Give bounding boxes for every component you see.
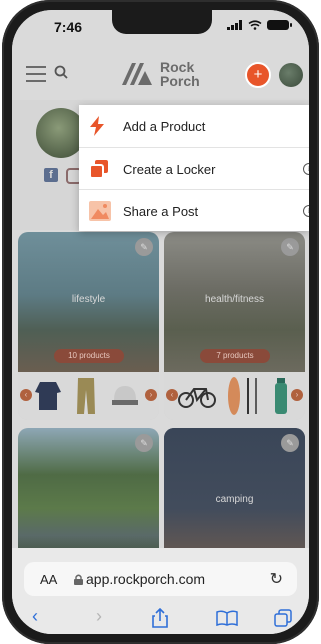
lightning-icon bbox=[90, 116, 104, 136]
info-icon[interactable]: i bbox=[303, 163, 309, 175]
notch bbox=[112, 10, 212, 34]
locker-card-health-fitness[interactable]: ✎ health/fitness 7 products ‹ › bbox=[164, 232, 305, 420]
wifi-icon bbox=[248, 20, 262, 30]
reload-icon[interactable]: ↻ bbox=[270, 569, 283, 589]
phone-frame: 7:46 Rock Porch + f ✎ lifestyle 10 produ… bbox=[2, 0, 319, 644]
status-bar: 7:46 bbox=[12, 10, 309, 52]
menu-item-label: Add a Product bbox=[123, 118, 206, 134]
locker-icon bbox=[89, 160, 108, 179]
jacket-icon bbox=[35, 382, 61, 410]
browser-nav-bar: ‹ › bbox=[12, 604, 309, 634]
avatar[interactable] bbox=[279, 63, 303, 87]
locker-title: camping bbox=[215, 494, 254, 505]
pin-icon[interactable]: ✎ bbox=[135, 238, 153, 256]
bookmarks-icon[interactable] bbox=[216, 610, 238, 626]
battery-icon bbox=[267, 20, 292, 30]
address-bar[interactable]: AA app.rockporch.com ↻ bbox=[24, 562, 297, 596]
url-text: app.rockporch.com bbox=[86, 571, 206, 587]
locker-card-lifestyle[interactable]: ✎ lifestyle 10 products ‹ › bbox=[18, 232, 159, 420]
pin-icon[interactable]: ✎ bbox=[281, 434, 299, 452]
bicycle-icon bbox=[178, 388, 216, 408]
rockporch-logo[interactable]: Rock Porch bbox=[122, 60, 200, 88]
water-bottle-icon bbox=[275, 378, 287, 414]
add-button[interactable]: + bbox=[245, 62, 271, 88]
chevron-left-icon[interactable]: ‹ bbox=[166, 389, 178, 401]
hat-icon bbox=[112, 386, 138, 405]
facebook-icon[interactable]: f bbox=[44, 168, 58, 182]
chevron-right-icon[interactable]: › bbox=[145, 389, 157, 401]
image-icon bbox=[89, 201, 111, 221]
locker-product-count: 10 products bbox=[54, 349, 124, 363]
search-icon[interactable] bbox=[54, 65, 68, 79]
status-time: 7:46 bbox=[54, 19, 83, 35]
paddleboard-icon bbox=[228, 377, 257, 415]
locker-product-count: 7 products bbox=[200, 349, 270, 363]
logo-mark-icon bbox=[122, 63, 152, 85]
chevron-left-icon[interactable]: ‹ bbox=[20, 389, 32, 401]
pin-icon[interactable]: ✎ bbox=[281, 238, 299, 256]
create-menu-dropdown: Add a Product Create a Locker i Share a … bbox=[79, 105, 309, 231]
back-icon[interactable]: ‹ bbox=[32, 606, 38, 627]
logo-text-line2: Porch bbox=[160, 73, 200, 89]
locker-card-camping[interactable]: ✎ camping bbox=[164, 428, 305, 562]
locker-title: health/fitness bbox=[205, 294, 264, 305]
app-header: Rock Porch + bbox=[12, 52, 309, 100]
forward-icon[interactable]: › bbox=[96, 606, 102, 627]
hamburger-menu-icon[interactable] bbox=[26, 66, 46, 82]
safari-toolbar: AA app.rockporch.com ↻ ‹ › bbox=[12, 548, 309, 634]
status-icons bbox=[227, 20, 292, 30]
menu-item-add-product[interactable]: Add a Product bbox=[79, 105, 309, 147]
share-icon[interactable] bbox=[152, 608, 168, 628]
locker-card-nature[interactable]: ✎ bbox=[18, 428, 159, 562]
text-size-button[interactable]: AA bbox=[40, 572, 57, 587]
locker-title: lifestyle bbox=[71, 294, 106, 305]
product-strip: ‹ › bbox=[18, 372, 159, 420]
screen: 7:46 Rock Porch + f ✎ lifestyle 10 produ… bbox=[12, 10, 309, 634]
menu-item-create-locker[interactable]: Create a Locker i bbox=[79, 148, 309, 190]
info-icon[interactable]: i bbox=[303, 205, 309, 217]
logo-text-line1: Rock bbox=[160, 59, 195, 75]
locker-grid: ✎ lifestyle 10 products ‹ › ✎ health/fit… bbox=[18, 232, 305, 562]
pin-icon[interactable]: ✎ bbox=[135, 434, 153, 452]
product-strip: ‹ › bbox=[164, 372, 305, 420]
pants-icon bbox=[77, 378, 95, 414]
menu-item-share-post[interactable]: Share a Post i bbox=[79, 190, 309, 232]
signal-icon bbox=[227, 20, 242, 30]
chevron-right-icon[interactable]: › bbox=[291, 389, 303, 401]
menu-item-label: Create a Locker bbox=[123, 161, 216, 177]
lock-icon bbox=[74, 574, 83, 585]
menu-item-label: Share a Post bbox=[123, 203, 199, 219]
tabs-icon[interactable] bbox=[274, 609, 292, 627]
